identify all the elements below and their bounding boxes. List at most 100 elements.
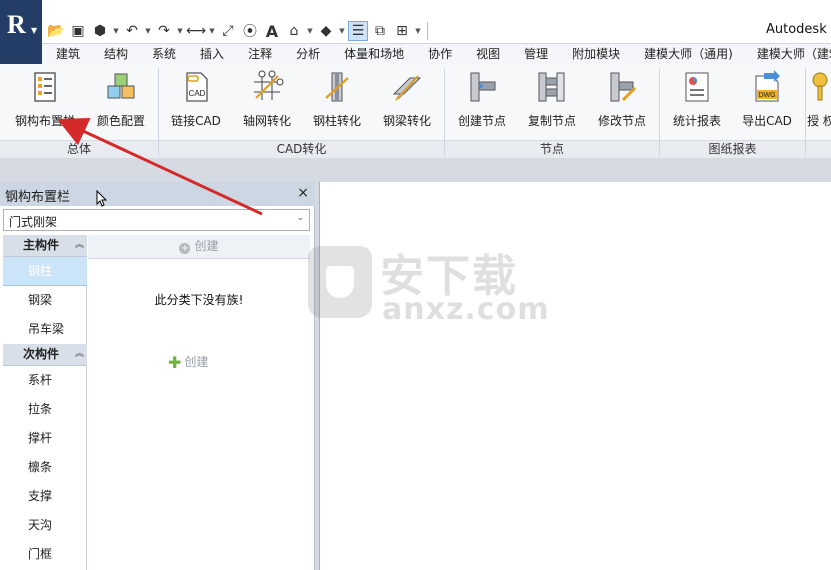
category-item-steel-column[interactable]: 钢柱 bbox=[3, 257, 87, 286]
chevron-down-icon[interactable]: ▼ bbox=[306, 21, 314, 41]
collapse-icon[interactable]: ︽ bbox=[75, 344, 84, 365]
tab-annotate[interactable]: 注释 bbox=[236, 44, 284, 64]
layout-list-icon bbox=[34, 72, 56, 102]
structure-type-select[interactable]: 门式刚架 ⌄ bbox=[3, 209, 310, 231]
tab-analyze[interactable]: 分析 bbox=[284, 44, 332, 64]
edit-node-icon bbox=[610, 72, 637, 102]
category-item-strut[interactable]: 撑杆 bbox=[3, 424, 87, 453]
steel-beam-icon bbox=[392, 75, 422, 101]
tab-architecture[interactable]: 建筑 bbox=[42, 44, 92, 64]
panel-label-nodes: 节点 bbox=[445, 140, 659, 158]
collapse-icon[interactable]: ︽ bbox=[75, 235, 84, 256]
chevron-down-icon[interactable]: ▼ bbox=[144, 21, 152, 41]
tab-systems[interactable]: 系统 bbox=[140, 44, 188, 64]
tab-collaborate[interactable]: 协作 bbox=[416, 44, 464, 64]
link-cad-button[interactable]: CAD 链接CAD bbox=[161, 70, 231, 128]
category-header-primary[interactable]: 主构件 ︽ bbox=[3, 235, 87, 257]
panel-label-general: 总体 bbox=[0, 140, 158, 158]
authorize-button[interactable]: 授 权 bbox=[806, 70, 831, 128]
tab-addins[interactable]: 附加模块 bbox=[560, 44, 632, 64]
create-button-center[interactable]: ✚ 创建 bbox=[168, 353, 208, 372]
chevron-down-icon: ▼ bbox=[31, 26, 38, 35]
palette-header[interactable]: 钢构布置栏 × bbox=[0, 182, 315, 207]
panel-label-cad-convert: CAD转化 bbox=[159, 140, 444, 158]
svg-text:DWG: DWG bbox=[758, 92, 775, 99]
category-item-brace-bar[interactable]: 拉条 bbox=[3, 395, 87, 424]
chevron-down-icon[interactable]: ▼ bbox=[208, 21, 216, 41]
link-cad-label: 链接CAD bbox=[171, 114, 221, 128]
close-icon[interactable]: × bbox=[297, 185, 309, 201]
tab-structure[interactable]: 结构 bbox=[92, 44, 140, 64]
column-convert-button[interactable]: 钢柱转化 bbox=[302, 70, 372, 128]
chevron-down-icon[interactable]: ▼ bbox=[112, 21, 120, 41]
empty-message: 此分类下没有族! bbox=[154, 293, 244, 307]
thin-lines-icon[interactable]: ☰ bbox=[348, 21, 368, 41]
options-bar bbox=[0, 158, 831, 182]
tab-manage[interactable]: 管理 bbox=[512, 44, 560, 64]
shield-bag-icon bbox=[308, 246, 372, 318]
category-header-secondary[interactable]: 次构件 ︽ bbox=[3, 344, 87, 366]
plus-circle-icon: + bbox=[179, 243, 191, 254]
category-header-primary-label: 主构件 bbox=[23, 238, 60, 252]
toolbar-divider bbox=[427, 22, 428, 40]
panel-label-more bbox=[806, 140, 831, 158]
link-cad-icon: CAD bbox=[186, 72, 208, 102]
chevron-down-icon[interactable]: ▼ bbox=[338, 21, 346, 41]
create-button-top[interactable]: + 创建 bbox=[88, 235, 310, 259]
switch-windows-icon[interactable]: ⊞ bbox=[392, 21, 412, 41]
text-icon[interactable]: A bbox=[262, 21, 282, 41]
chevron-down-icon[interactable]: ▼ bbox=[176, 21, 184, 41]
3d-view-icon[interactable]: ⌂ bbox=[284, 21, 304, 41]
close-hidden-icon[interactable]: ⧉ bbox=[370, 21, 390, 41]
tag-icon[interactable]: ⦿ bbox=[240, 21, 260, 41]
svg-text:CAD: CAD bbox=[189, 89, 206, 98]
redo-icon[interactable]: ↷ bbox=[154, 21, 174, 41]
application-menu-button[interactable]: R ▼ bbox=[0, 0, 42, 64]
tab-modeling-master-general[interactable]: 建模大师（通用) bbox=[632, 44, 745, 64]
steel-layout-button[interactable]: 钢构布置栏 bbox=[10, 70, 80, 128]
category-item-support[interactable]: 支撑 bbox=[3, 482, 87, 511]
color-config-label: 颜色配置 bbox=[96, 114, 145, 128]
structure-type-value: 门式刚架 bbox=[9, 215, 58, 229]
copy-node-button[interactable]: 复制节点 bbox=[517, 70, 587, 128]
chevron-down-icon: ⌄ bbox=[296, 213, 304, 223]
category-item-door-frame[interactable]: 门框 bbox=[3, 540, 87, 569]
category-item-tie-rod[interactable]: 系杆 bbox=[3, 366, 87, 395]
authorize-label: 授 权 bbox=[807, 114, 831, 128]
category-item-crane-beam[interactable]: 吊车梁 bbox=[3, 315, 87, 344]
measure-icon[interactable]: ⟷ bbox=[186, 21, 206, 41]
tab-massing-site[interactable]: 体量和场地 bbox=[332, 44, 416, 64]
save-icon[interactable]: ▣ bbox=[68, 21, 88, 41]
column-convert-label: 钢柱转化 bbox=[312, 114, 361, 128]
plus-icon: ✚ bbox=[168, 353, 182, 372]
tab-view[interactable]: 视图 bbox=[464, 44, 512, 64]
tab-modeling-master-architecture[interactable]: 建模大师（建筑) bbox=[745, 44, 831, 64]
panel-label-drawing-reports: 图纸报表 bbox=[660, 140, 805, 158]
key-icon bbox=[812, 72, 828, 101]
cube-icon[interactable]: ⬢ bbox=[90, 21, 110, 41]
edit-node-button[interactable]: 修改节点 bbox=[587, 70, 657, 128]
beam-convert-button[interactable]: 钢梁转化 bbox=[372, 70, 442, 128]
create-node-button[interactable]: 创建节点 bbox=[447, 70, 517, 128]
undo-icon[interactable]: ↶ bbox=[122, 21, 142, 41]
steel-layout-palette: 钢构布置栏 × 门式刚架 ⌄ 主构件 ︽ 钢柱 钢梁 吊车梁 次构件 ︽ 系杆 … bbox=[0, 182, 315, 570]
color-config-button[interactable]: 颜色配置 bbox=[86, 70, 156, 128]
open-icon[interactable]: 📂 bbox=[46, 21, 66, 41]
stat-report-button[interactable]: 统计报表 bbox=[662, 70, 732, 128]
palette-title: 钢构布置栏 bbox=[5, 190, 71, 205]
category-item-gutter[interactable]: 天沟 bbox=[3, 511, 87, 540]
create-button-top-label: 创建 bbox=[194, 239, 219, 253]
beam-convert-label: 钢梁转化 bbox=[382, 114, 431, 128]
category-item-purlin[interactable]: 檩条 bbox=[3, 453, 87, 482]
export-cad-button[interactable]: DWG 导出CAD bbox=[732, 70, 802, 128]
window-title: Autodesk R bbox=[766, 22, 831, 37]
category-item-steel-beam[interactable]: 钢梁 bbox=[3, 286, 87, 315]
dimension-icon[interactable]: ⤢ bbox=[218, 21, 238, 41]
section-icon[interactable]: ◆ bbox=[316, 21, 336, 41]
grid-convert-label: 轴网转化 bbox=[242, 114, 291, 128]
steel-layout-label: 钢构布置栏 bbox=[14, 114, 75, 128]
grid-convert-button[interactable]: 轴网转化 bbox=[232, 70, 302, 128]
copy-node-icon bbox=[538, 72, 565, 102]
chevron-down-icon[interactable]: ▼ bbox=[414, 21, 422, 41]
tab-insert[interactable]: 插入 bbox=[188, 44, 236, 64]
